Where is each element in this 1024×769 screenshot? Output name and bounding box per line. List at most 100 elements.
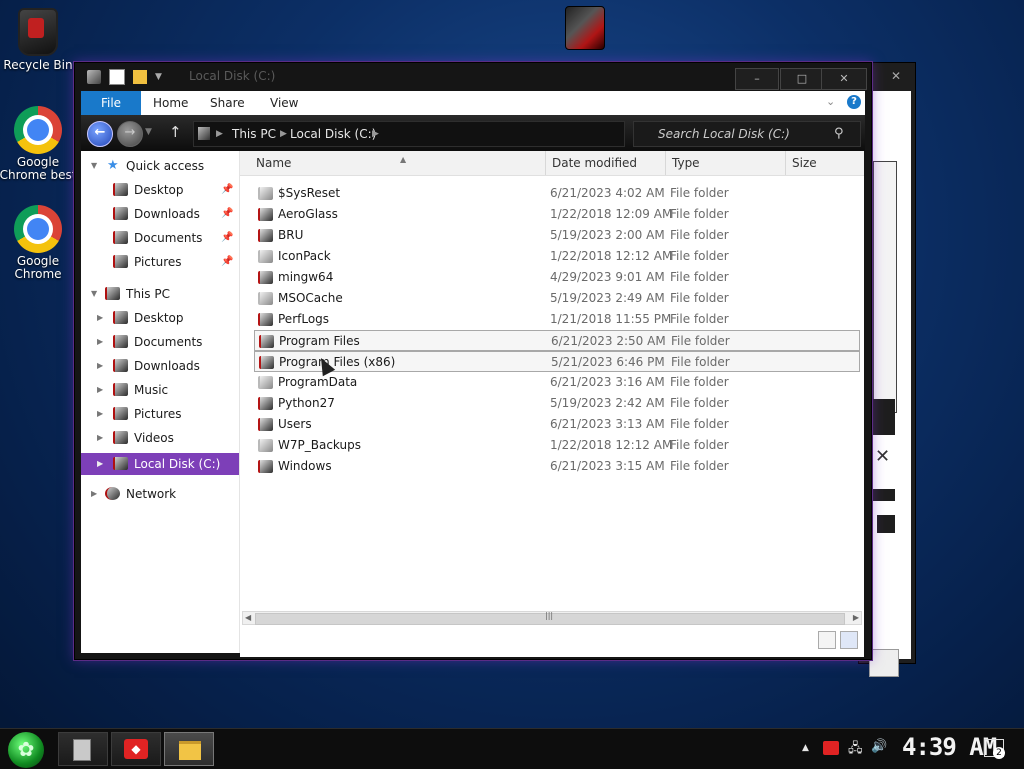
nav-pc-documents[interactable]: ▶ Documents bbox=[81, 331, 239, 353]
new-folder-icon[interactable] bbox=[133, 70, 147, 84]
table-row[interactable]: ProgramData 6/21/2023 3:16 AM File folder bbox=[254, 372, 860, 393]
column-header-size[interactable]: Size bbox=[786, 151, 864, 175]
file-name: Users bbox=[278, 417, 312, 431]
tab-view[interactable]: View bbox=[268, 91, 300, 115]
table-row[interactable]: PerfLogs 1/21/2018 11:55 PM File folder bbox=[254, 309, 860, 330]
close-button[interactable]: ✕ bbox=[821, 68, 867, 90]
up-button[interactable]: ↑ bbox=[169, 123, 182, 141]
back-button[interactable]: ← bbox=[87, 121, 113, 147]
chevron-right-icon[interactable]: ▶ bbox=[97, 403, 103, 425]
start-button[interactable]: ✿ bbox=[8, 732, 44, 768]
table-row[interactable]: $SysReset 6/21/2023 4:02 AM File folder bbox=[254, 183, 860, 204]
chevron-right-icon[interactable]: ▶ bbox=[216, 122, 223, 146]
table-row[interactable]: AeroGlass 1/22/2018 12:09 AM File folder bbox=[254, 204, 860, 225]
title-bar[interactable]: ▼ Local Disk (C:) – □ ✕ bbox=[75, 63, 871, 91]
recent-locations-icon[interactable]: ▼ bbox=[145, 127, 152, 137]
nav-quick-pictures[interactable]: Pictures 📌 bbox=[81, 251, 239, 273]
desktop-game-icon[interactable] bbox=[565, 6, 605, 50]
chevron-right-icon[interactable]: ▶ bbox=[91, 483, 97, 505]
folder-icon bbox=[259, 356, 274, 369]
ribbon: File Home Share View ⌄ ? bbox=[81, 91, 865, 116]
help-icon[interactable]: ? bbox=[847, 95, 861, 109]
taskbar-app-file-explorer[interactable] bbox=[164, 732, 214, 766]
chevron-right-icon[interactable]: ▶ bbox=[97, 355, 103, 377]
nav-quick-documents[interactable]: Documents 📌 bbox=[81, 227, 239, 249]
chevron-down-icon[interactable]: ▼ bbox=[91, 283, 97, 305]
nav-quick-access[interactable]: ▼ ★ Quick access bbox=[81, 155, 239, 177]
nav-this-pc[interactable]: ▼ This PC bbox=[81, 283, 239, 305]
desktop-icon-recycle-bin[interactable]: Recycle Bin bbox=[0, 8, 78, 72]
forward-button[interactable]: → bbox=[117, 121, 143, 147]
nav-pc-desktop[interactable]: ▶ Desktop bbox=[81, 307, 239, 329]
explorer-window: ▼ Local Disk (C:) – □ ✕ File Home Share … bbox=[74, 62, 872, 660]
taskbar-app-server-manager[interactable] bbox=[58, 732, 108, 766]
chevron-right-icon[interactable]: ▶ bbox=[97, 427, 103, 449]
table-row[interactable]: Users 6/21/2023 3:13 AM File folder bbox=[254, 414, 860, 435]
breadcrumb-this-pc[interactable]: This PC bbox=[232, 122, 276, 146]
table-row[interactable]: Program Files (x86) 5/21/2023 6:46 PM File… bbox=[254, 351, 860, 372]
nav-label: This PC bbox=[126, 287, 170, 301]
tab-file[interactable]: File bbox=[81, 91, 141, 115]
column-header-type[interactable]: Type bbox=[666, 151, 786, 175]
background-button[interactable] bbox=[869, 649, 899, 677]
taskbar-app-anydesk[interactable]: ◆ bbox=[111, 732, 161, 766]
nav-pc-videos[interactable]: ▶ Videos bbox=[81, 427, 239, 449]
notification-center-button[interactable]: 2 bbox=[984, 739, 1005, 759]
horizontal-scrollbar[interactable]: ◀ ||| ▶ bbox=[242, 611, 862, 625]
nav-pc-downloads[interactable]: ▶ Downloads bbox=[81, 355, 239, 377]
table-row[interactable]: MSOCache 5/19/2023 2:49 AM File folder bbox=[254, 288, 860, 309]
desktop-icon-chrome-best[interactable]: Google Chrome best bbox=[0, 106, 78, 182]
chevron-down-icon[interactable]: ▼ bbox=[91, 155, 97, 177]
close-icon[interactable]: ✕ bbox=[875, 446, 890, 467]
tab-home[interactable]: Home bbox=[151, 91, 190, 115]
column-header-date[interactable]: Date modified bbox=[546, 151, 666, 175]
chrome-icon bbox=[14, 205, 62, 253]
table-row[interactable]: mingw64 4/29/2023 9:01 AM File folder bbox=[254, 267, 860, 288]
chevron-right-icon[interactable]: ▶ bbox=[372, 122, 379, 146]
address-bar[interactable]: ▶ This PC ▶ Local Disk (C:) ▶ bbox=[193, 121, 625, 147]
chevron-down-icon[interactable]: ▼ bbox=[155, 72, 165, 82]
scroll-right-icon[interactable]: ▶ bbox=[853, 612, 859, 624]
pin-icon[interactable]: 📌 bbox=[221, 251, 233, 273]
nav-quick-downloads[interactable]: Downloads 📌 bbox=[81, 203, 239, 225]
chevron-right-icon[interactable]: ▶ bbox=[97, 453, 103, 475]
chevron-right-icon[interactable]: ▶ bbox=[97, 379, 103, 401]
table-row[interactable]: BRU 5/19/2023 2:00 AM File folder bbox=[254, 225, 860, 246]
search-input[interactable]: Search Local Disk (C:) ⚲ bbox=[633, 121, 861, 147]
details-view-button[interactable] bbox=[818, 631, 836, 649]
volume-icon[interactable]: 🔊 bbox=[871, 739, 887, 754]
tray-overflow-icon[interactable]: ▲ bbox=[802, 743, 809, 753]
properties-icon[interactable] bbox=[109, 69, 125, 85]
pin-icon[interactable]: 📌 bbox=[221, 179, 233, 201]
minimize-button[interactable]: – bbox=[735, 68, 779, 90]
table-row[interactable]: Python27 5/19/2023 2:42 AM File folder bbox=[254, 393, 860, 414]
pin-icon[interactable]: 📌 bbox=[221, 227, 233, 249]
table-row[interactable]: W7P_Backups 1/22/2018 12:12 AM File folder bbox=[254, 435, 860, 456]
chevron-down-icon[interactable]: ⌄ bbox=[826, 95, 835, 108]
tray-anydesk-icon[interactable] bbox=[823, 741, 839, 755]
close-icon[interactable]: ✕ bbox=[891, 69, 901, 83]
chevron-right-icon[interactable]: ▶ bbox=[280, 122, 287, 146]
nav-pc-local-disk[interactable]: ▶ Local Disk (C:) bbox=[81, 453, 239, 475]
nav-pc-pictures[interactable]: ▶ Pictures bbox=[81, 403, 239, 425]
clock[interactable]: 4:39 AM bbox=[902, 733, 997, 761]
column-header-name[interactable]: Name ▲ bbox=[250, 151, 546, 175]
table-row[interactable]: IconPack 1/22/2018 12:12 AM File folder bbox=[254, 246, 860, 267]
nav-quick-desktop[interactable]: Desktop 📌 bbox=[81, 179, 239, 201]
drive-icon[interactable] bbox=[87, 70, 101, 84]
maximize-button[interactable]: □ bbox=[780, 68, 824, 90]
breadcrumb-local-disk[interactable]: Local Disk (C:) bbox=[290, 122, 376, 146]
scroll-left-icon[interactable]: ◀ bbox=[245, 612, 251, 624]
search-icon[interactable]: ⚲ bbox=[834, 122, 844, 146]
table-row[interactable]: Program Files 6/21/2023 2:50 AM File folde… bbox=[254, 330, 860, 351]
nav-network[interactable]: ▶ Network bbox=[81, 483, 239, 505]
desktop-icon-chrome[interactable]: Google Chrome bbox=[0, 205, 78, 281]
large-icons-view-button[interactable] bbox=[840, 631, 858, 649]
nav-pc-music[interactable]: ▶ Music bbox=[81, 379, 239, 401]
pin-icon[interactable]: 📌 bbox=[221, 203, 233, 225]
tab-share[interactable]: Share bbox=[208, 91, 247, 115]
network-tray-icon[interactable]: 🖧 bbox=[848, 739, 863, 761]
chevron-right-icon[interactable]: ▶ bbox=[97, 331, 103, 353]
table-row[interactable]: Windows 6/21/2023 3:15 AM File folder bbox=[254, 456, 860, 477]
chevron-right-icon[interactable]: ▶ bbox=[97, 307, 103, 329]
